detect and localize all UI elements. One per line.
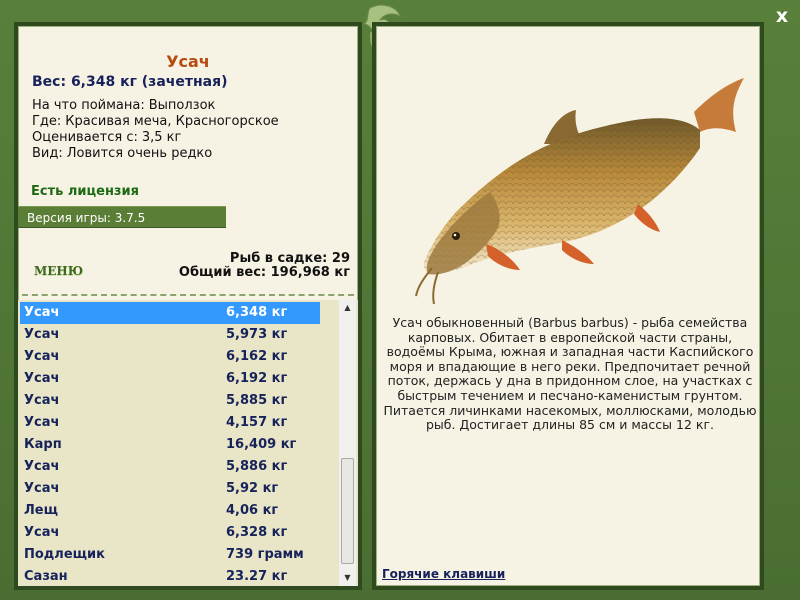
catch-row-weight: 4,157 кг	[226, 415, 288, 430]
rated-from-value: 3,5 кг	[141, 130, 182, 145]
kind-line: Вид: Ловится очень редко	[32, 146, 212, 161]
fish-in-net-count: Рыб в садке: 29	[229, 251, 350, 266]
caught-on-line: На что поймана: Выползок	[32, 98, 215, 113]
fish-info-panel: Усач Вес: 6,348 кг (зачетная) На что пой…	[14, 22, 362, 590]
catch-row-name: Лещ	[24, 503, 58, 518]
total-weight: Общий вес: 196,968 кг	[178, 265, 350, 280]
scroll-down-arrow-icon[interactable]: ▼	[339, 570, 356, 586]
catch-row-name: Усач	[24, 305, 60, 320]
fish-weight-line: Вес: 6,348 кг (зачетная)	[32, 74, 228, 90]
scroll-up-arrow-icon[interactable]: ▲	[339, 300, 356, 316]
catch-row-weight: 6,192 кг	[226, 371, 288, 386]
barbel-fish-image	[415, 78, 744, 305]
dashed-divider	[22, 294, 354, 296]
catch-row-weight: 6,162 кг	[226, 349, 288, 364]
location-label: Где:	[32, 114, 62, 129]
catch-row-weight: 5,92 кг	[226, 481, 279, 496]
catch-row-weight: 739 грамм	[226, 547, 304, 562]
catch-row[interactable]: Усач 6,328 кг	[20, 522, 320, 544]
fish-description: Усач обыкновенный (Barbus barbus) - рыба…	[383, 315, 757, 433]
license-status: Есть лицензия	[31, 184, 139, 199]
catch-row-name: Усач	[24, 349, 60, 364]
catch-row[interactable]: Усач 6,162 кг	[20, 346, 320, 368]
catch-row-name: Усач	[24, 481, 60, 496]
catch-row-weight: 5,973 кг	[226, 327, 288, 342]
catch-row-name: Усач	[24, 327, 60, 342]
catch-row[interactable]: Карп 16,409 кг	[20, 434, 320, 456]
catch-list-scrollbar[interactable]: ▲ ▼	[339, 300, 356, 586]
catch-row[interactable]: Усач 6,192 кг	[20, 368, 320, 390]
caught-on-label: На что поймана:	[32, 98, 145, 113]
catch-row[interactable]: Усач 5,973 кг	[20, 324, 320, 346]
catch-row-weight: 6,328 кг	[226, 525, 288, 540]
catch-row-name: Усач	[24, 459, 60, 474]
fish-name-title: Усач	[166, 52, 210, 71]
game-version-bar: Версия игры: 3.7.5	[18, 206, 226, 228]
catch-row-name: Сазан	[24, 569, 68, 584]
catch-row[interactable]: Усач 6,348 кг	[20, 302, 320, 324]
catch-row-weight: 5,886 кг	[226, 459, 288, 474]
scrollbar-thumb[interactable]	[341, 458, 354, 564]
catch-row[interactable]: Усач 5,92 кг	[20, 478, 320, 500]
catch-row[interactable]: Подлещик 739 грамм	[20, 544, 320, 566]
net-stats: Рыб в садке: 29 Общий вес: 196,968 кг	[179, 252, 350, 280]
fish-details-panel: Усач обыкновенный (Barbus barbus) - рыба…	[372, 22, 764, 590]
menu-button[interactable]: МЕНЮ	[34, 264, 83, 278]
caught-on-value: Выползок	[148, 98, 216, 113]
rated-from-label: Оценивается с:	[32, 130, 138, 145]
close-button[interactable]: x	[770, 4, 794, 28]
location-value: Красивая меча, Красногорское	[65, 114, 279, 129]
catch-row-name: Карп	[24, 437, 62, 452]
catch-row[interactable]: Сазан 23.27 кг	[20, 566, 320, 588]
catch-row-name: Подлещик	[24, 547, 105, 562]
catch-row[interactable]: Усач 5,885 кг	[20, 390, 320, 412]
catch-row-weight: 6,348 кг	[226, 305, 288, 320]
catch-row-weight: 5,885 кг	[226, 393, 288, 408]
catch-row-name: Усач	[24, 415, 60, 430]
catch-row-name: Усач	[24, 525, 60, 540]
rated-from-line: Оценивается с: 3,5 кг	[32, 130, 181, 145]
catch-row[interactable]: Усач 4,157 кг	[20, 412, 320, 434]
catch-row-name: Усач	[24, 371, 60, 386]
kind-value: Ловится очень редко	[66, 146, 213, 161]
catch-row-weight: 4,06 кг	[226, 503, 279, 518]
catch-row-name: Усач	[24, 393, 60, 408]
catch-list[interactable]: Усач 6,348 кг Усач 5,973 кг Усач 6,162 кг Усач…	[18, 300, 358, 586]
kind-label: Вид:	[32, 146, 63, 161]
catch-row-weight: 23.27 кг	[226, 569, 288, 584]
location-line: Где: Красивая меча, Красногорское	[32, 114, 279, 129]
catch-row[interactable]: Лещ 4,06 кг	[20, 500, 320, 522]
catch-row-weight: 16,409 кг	[226, 437, 297, 452]
catch-row[interactable]: Усач 5,886 кг	[20, 456, 320, 478]
hotkeys-link[interactable]: Горячие клавиши	[382, 567, 505, 581]
